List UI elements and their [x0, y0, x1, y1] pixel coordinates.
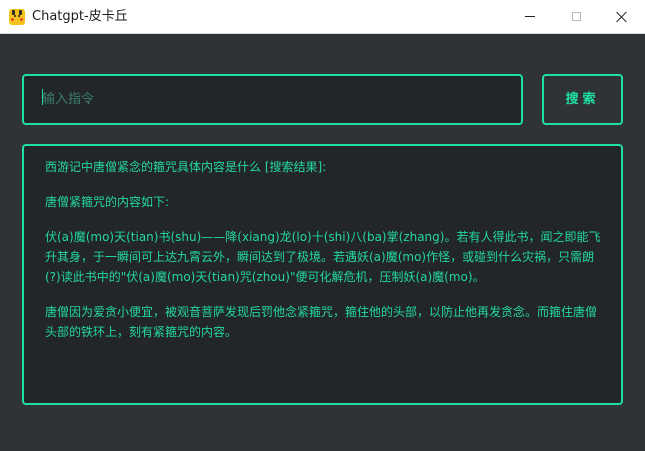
result-heading: 西游记中唐僧紧念的箍咒具体内容是什么 [搜索结果]: — [45, 160, 327, 174]
maximize-button[interactable] — [553, 0, 599, 33]
title-bar[interactable]: Chatgpt-皮卡丘 — [0, 0, 645, 34]
close-button[interactable] — [599, 0, 645, 33]
window-title: Chatgpt-皮卡丘 — [32, 9, 128, 24]
search-button[interactable]: 搜索 — [542, 74, 623, 125]
close-icon — [616, 11, 628, 23]
minimize-button[interactable] — [507, 0, 553, 33]
result-paragraph-1: 伏(a)魔(mo)天(tian)书(shu)——降(xiang)龙(lo)十(s… — [45, 230, 601, 284]
maximize-icon — [571, 12, 581, 21]
result-panel[interactable]: 西游记中唐僧紧念的箍咒具体内容是什么 [搜索结果]: 唐僧紧箍咒的内容如下: 伏… — [22, 144, 623, 405]
minimize-icon — [525, 16, 535, 17]
result-paragraph-2: 唐僧因为爱贪小便宜，被观音菩萨发现后罚他念紧箍咒，箍住他的头部，以防止他再发贪念… — [45, 305, 598, 339]
app-window: Chatgpt-皮卡丘 搜索 西游记中唐僧紧念的箍咒具体内容是什么 [搜索结果]… — [0, 0, 645, 451]
result-intro: 唐僧紧箍咒的内容如下: — [45, 195, 170, 209]
pikachu-app-icon — [9, 9, 25, 25]
command-input[interactable] — [22, 74, 523, 125]
text-caret — [42, 89, 43, 105]
